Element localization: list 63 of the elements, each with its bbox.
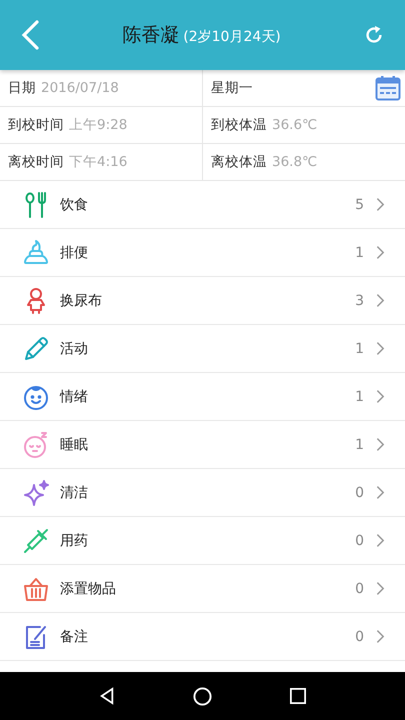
record-item[interactable]: 饮食 5	[0, 181, 405, 229]
item-count: 1	[355, 340, 364, 356]
record-item[interactable]: 情绪 1	[0, 373, 405, 421]
clean-icon	[22, 478, 50, 506]
chevron-icon	[376, 581, 385, 596]
chevron-icon	[376, 245, 385, 260]
chevron-icon	[376, 293, 385, 308]
back-icon[interactable]	[20, 19, 40, 51]
item-label: 睡眠	[60, 436, 89, 454]
chevron-icon	[376, 629, 385, 644]
info-label: 离校时间	[8, 153, 64, 171]
calendar-icon[interactable]	[375, 75, 401, 101]
record-item[interactable]: 睡眠 1	[0, 421, 405, 469]
sleep-icon	[22, 430, 50, 458]
item-count: 1	[355, 244, 364, 260]
info-label: 离校体温	[211, 153, 267, 171]
record-item[interactable]: 换尿布 3	[0, 277, 405, 325]
info-label: 星期一	[211, 79, 253, 97]
record-item[interactable]: 活动 1	[0, 325, 405, 373]
item-count: 1	[355, 436, 364, 452]
activity-icon	[22, 334, 50, 362]
record-item[interactable]: 清洁 0	[0, 469, 405, 517]
poop-icon	[22, 238, 50, 266]
item-label: 换尿布	[60, 292, 103, 310]
chevron-icon	[376, 389, 385, 404]
item-count: 0	[355, 580, 364, 596]
recents-nav-icon[interactable]	[290, 688, 306, 704]
chevron-icon	[376, 437, 385, 452]
item-count: 5	[355, 196, 364, 212]
item-label: 排便	[60, 244, 89, 262]
info-label: 日期	[8, 79, 36, 97]
chevron-icon	[376, 533, 385, 548]
item-label: 情绪	[60, 388, 89, 406]
medicine-icon	[22, 526, 50, 554]
item-count: 0	[355, 532, 364, 548]
info-value: 上午9:28	[69, 116, 128, 134]
info-label: 到校体温	[211, 116, 267, 134]
info-label: 到校时间	[8, 116, 64, 134]
item-label: 备注	[60, 628, 89, 646]
item-count: 0	[355, 484, 364, 500]
item-count: 0	[355, 628, 364, 644]
info-value: 36.8℃	[272, 154, 318, 170]
record-item[interactable]: 添置物品 0	[0, 565, 405, 613]
child-age: (2岁10月24天)	[183, 28, 281, 46]
info-value: 36.6℃	[272, 117, 318, 133]
item-count: 1	[355, 388, 364, 404]
item-count: 3	[355, 292, 364, 308]
info-value: 2016/07/18	[41, 80, 119, 96]
item-label: 清洁	[60, 484, 89, 502]
item-label: 添置物品	[60, 580, 117, 598]
info-value: 下午4:16	[69, 153, 128, 171]
child-name: 陈香凝	[122, 23, 180, 48]
record-item[interactable]: 备注 0	[0, 613, 405, 661]
record-item[interactable]: 排便 1	[0, 229, 405, 277]
chevron-icon	[376, 341, 385, 356]
chevron-icon	[376, 485, 385, 500]
record-item[interactable]: 用药 0	[0, 517, 405, 565]
back-nav-icon[interactable]	[99, 687, 115, 705]
chevron-icon	[376, 197, 385, 212]
home-nav-icon[interactable]	[193, 686, 212, 706]
item-label: 活动	[60, 340, 89, 358]
item-label: 饮食	[60, 196, 89, 214]
item-label: 用药	[60, 532, 89, 550]
